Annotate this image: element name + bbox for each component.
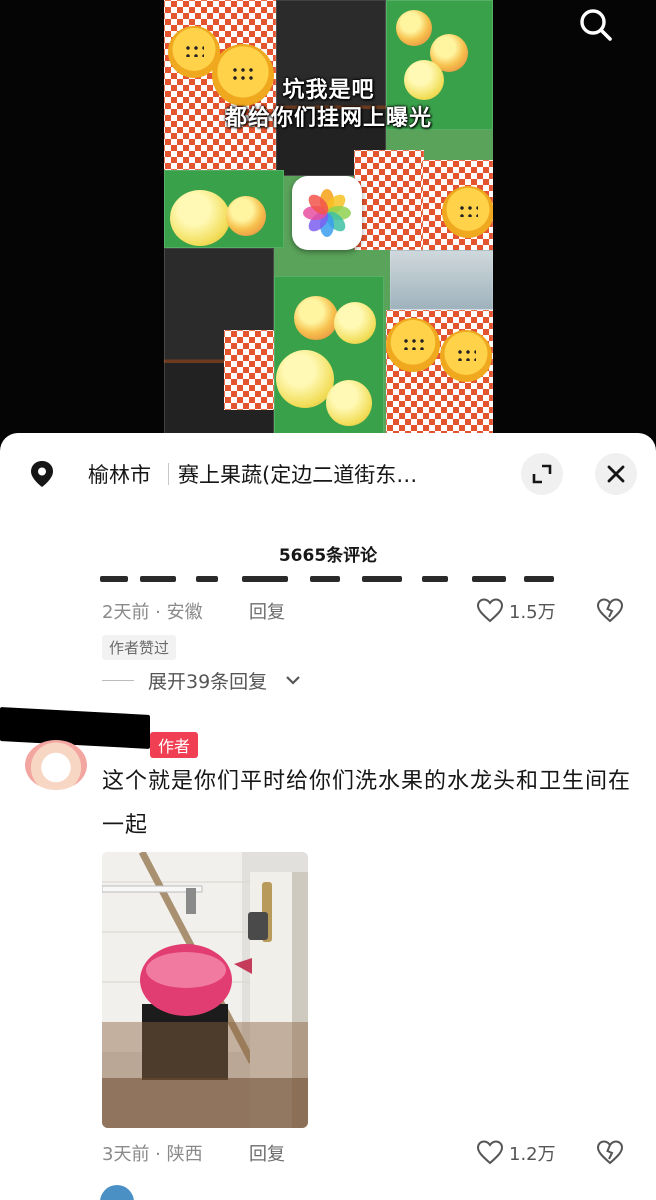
comment-meta-row: 2天前 · 安徽 回复 1.5万 [102, 598, 632, 628]
dislike-button[interactable] [596, 597, 624, 623]
dislike-button[interactable] [596, 1139, 624, 1165]
yellow-fruit-image [170, 190, 230, 246]
expand-replies-line [102, 680, 134, 681]
author-badge: 作者 [150, 732, 199, 758]
redacted-username [0, 707, 150, 749]
search-icon [580, 9, 612, 41]
video-player[interactable]: 坑我是吧 都给你们挂网上曝光 [0, 0, 656, 440]
location-shop-name[interactable]: 赛上果蔬(定边二道街东… [178, 459, 417, 489]
melon-image [386, 318, 440, 372]
tray-image [390, 250, 493, 310]
comment-text: 这个就是你们平时给你们洗水果的水龙头和卫生间在一起 [102, 769, 632, 838]
heart-icon [476, 1140, 504, 1165]
author-liked-tag: 作者赞过 [102, 635, 177, 660]
avatar[interactable] [25, 740, 87, 790]
broken-heart-icon [596, 598, 624, 623]
broken-heart-icon [596, 1140, 624, 1165]
close-icon [607, 465, 625, 483]
video-caption-line2: 都给你们挂网上曝光 [224, 106, 432, 131]
comment-count-title: 5665条评论 [278, 546, 378, 566]
comment-time-location: 3天前 · 陕西 [102, 1144, 203, 1165]
peach-image [226, 196, 266, 236]
video-frame[interactable]: 坑我是吧 都给你们挂网上曝光 [164, 0, 493, 434]
photos-app-icon [292, 176, 362, 250]
yellow-fruit-image [334, 302, 376, 344]
like-count: 1.2万 [509, 1144, 556, 1165]
comment-sheet: 榆林市 赛上果蔬(定边二道街东… 5665条评论 2天前 · 安徽 回复 1.5… [0, 433, 656, 1200]
close-button[interactable] [595, 453, 637, 495]
like-button[interactable] [476, 597, 504, 623]
reply-button[interactable]: 回复 [249, 598, 285, 624]
heart-icon [476, 598, 504, 623]
location-divider [168, 463, 169, 485]
location-pin-icon [28, 459, 56, 489]
chevron-down-icon [286, 676, 300, 685]
reply-button[interactable]: 回复 [249, 1140, 285, 1166]
comment-photo[interactable] [102, 852, 308, 1128]
location-bar[interactable]: 榆林市 赛上果蔬(定边二道街东… [0, 433, 656, 513]
melon-image [442, 186, 493, 238]
expand-icon [532, 464, 552, 484]
avatar[interactable] [100, 1185, 134, 1200]
collage-tile [354, 150, 424, 250]
peach-image [294, 296, 338, 340]
expand-button[interactable] [521, 453, 563, 495]
collage-tile [224, 330, 274, 410]
yellow-fruit-image [326, 380, 372, 426]
search-button[interactable] [572, 5, 618, 45]
location-city[interactable]: 榆林市 [88, 459, 151, 489]
like-button[interactable] [476, 1139, 504, 1165]
peach-image [396, 10, 432, 46]
comment-meta-row: 3天前 · 陕西 回复 1.2万 [102, 1140, 632, 1170]
melon-image [440, 330, 492, 382]
like-count: 1.5万 [509, 602, 556, 623]
comment-time-location: 2天前 · 安徽 [102, 602, 203, 623]
clipped-comment-text [100, 573, 560, 583]
expand-replies-label: 展开39条回复 [148, 671, 268, 693]
